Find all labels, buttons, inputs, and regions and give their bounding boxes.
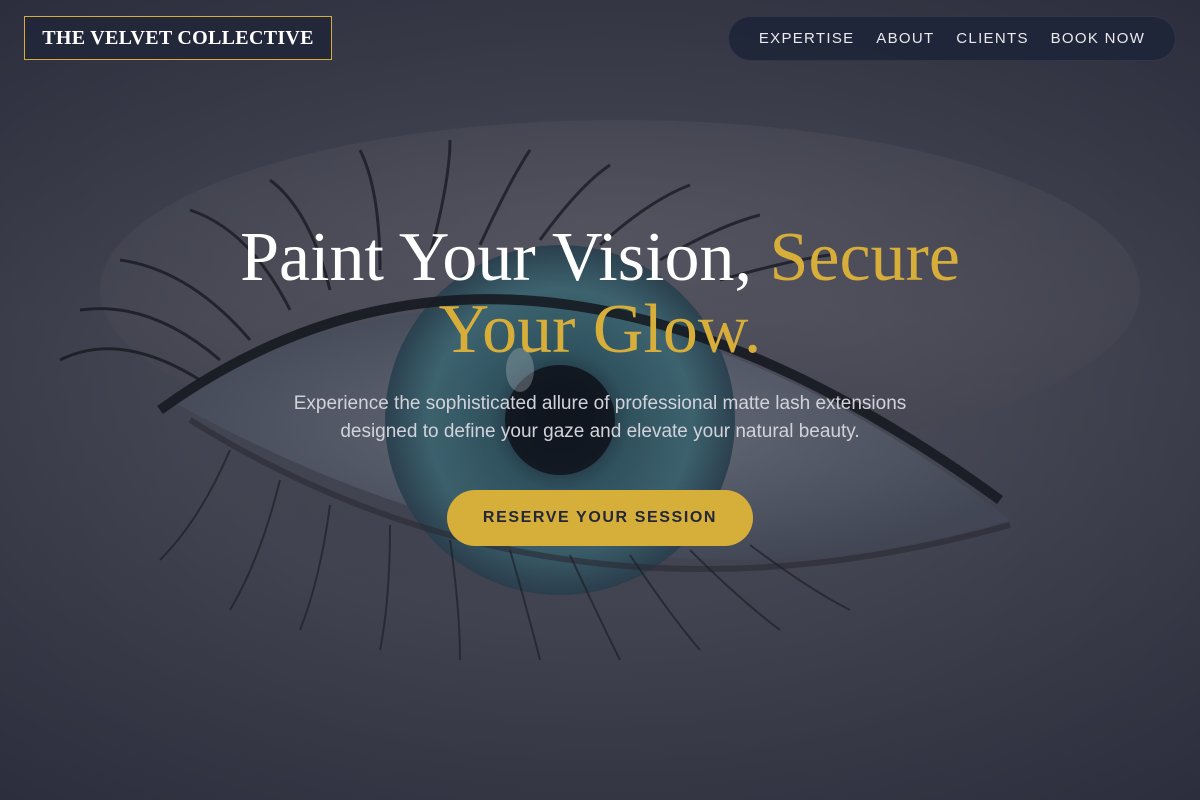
reserve-session-button[interactable]: RESERVE YOUR SESSION bbox=[447, 490, 753, 546]
nav-item-expertise[interactable]: EXPERTISE bbox=[759, 30, 855, 47]
hero-subtitle: Experience the sophisticated allure of p… bbox=[293, 393, 907, 442]
headline-main-text: Paint Your Vision, bbox=[240, 219, 770, 296]
nav-item-clients[interactable]: CLIENTS bbox=[956, 30, 1028, 47]
hero-headline: Paint Your Vision, Secure Your Glow. bbox=[200, 222, 1000, 366]
brand-logo[interactable]: THE VELVET COLLECTIVE bbox=[24, 16, 332, 60]
main-nav: EXPERTISE ABOUT CLIENTS BOOK NOW bbox=[728, 16, 1176, 61]
nav-item-about[interactable]: ABOUT bbox=[876, 30, 934, 47]
nav-item-book-now[interactable]: BOOK NOW bbox=[1051, 30, 1146, 47]
hero-section: THE VELVET COLLECTIVE EXPERTISE ABOUT CL… bbox=[0, 0, 1200, 800]
hero-content: Paint Your Vision, Secure Your Glow. Exp… bbox=[0, 222, 1200, 546]
